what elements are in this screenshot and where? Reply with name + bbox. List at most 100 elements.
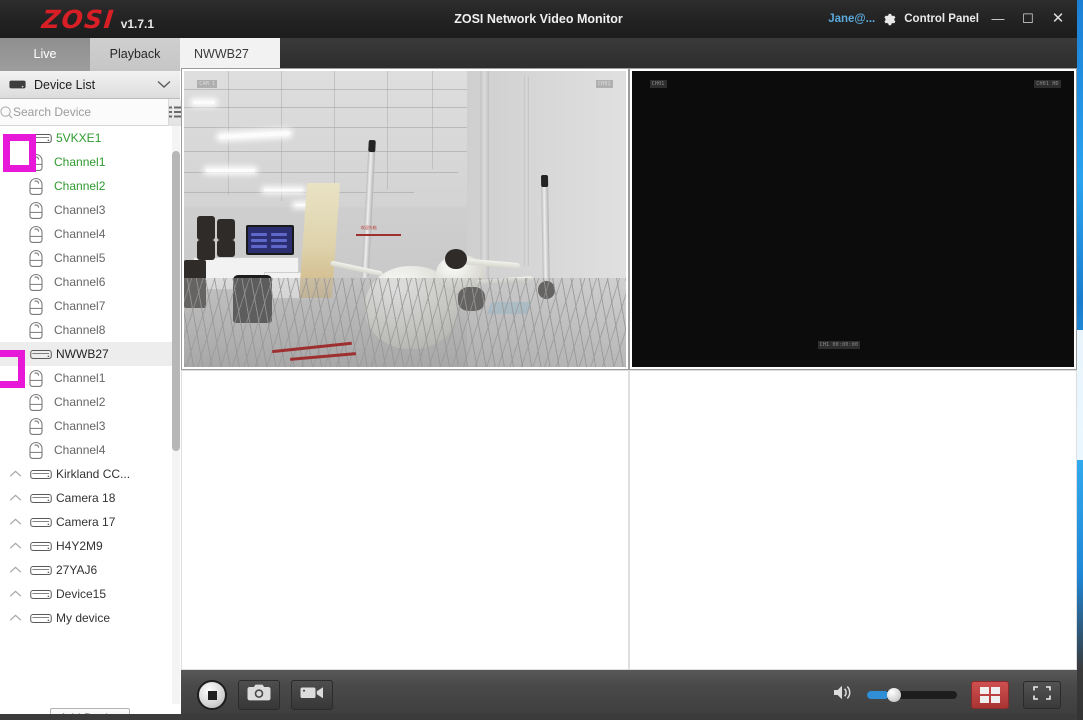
device-row-kirkland-cc[interactable]: Kirkland CC... [0, 462, 180, 486]
camera-icon [28, 153, 54, 172]
device-tree[interactable]: 5VKXE1Channel1Channel2Channel3Channel4Ch… [0, 126, 180, 704]
stop-all-button[interactable] [197, 680, 227, 710]
stop-icon [208, 691, 217, 700]
maximize-button[interactable]: ☐ [1017, 0, 1039, 38]
chevron-up-icon[interactable] [0, 590, 30, 598]
dvr-icon [30, 614, 56, 623]
video-pane-4[interactable] [629, 370, 1077, 670]
channel-row[interactable]: Channel6 [0, 270, 180, 294]
fullscreen-icon [1032, 685, 1052, 706]
camera-icon [28, 321, 54, 340]
toolbar-right-group [833, 681, 1061, 709]
fullscreen-button[interactable] [1023, 681, 1061, 709]
dvr-icon [30, 542, 56, 551]
tab-live[interactable]: Live [0, 38, 90, 71]
channel-row[interactable]: Channel3 [0, 414, 180, 438]
channel-row[interactable]: Channel2 [0, 390, 180, 414]
close-button[interactable]: ✕ [1047, 0, 1069, 38]
device-row-nwwb27[interactable]: NWWB27 [0, 342, 180, 366]
snapshot-button[interactable] [238, 680, 280, 710]
channel-name: Channel4 [54, 443, 105, 457]
chevron-down-icon[interactable] [157, 78, 171, 92]
dvr-icon [30, 494, 56, 503]
gear-icon[interactable] [883, 13, 896, 26]
tab-device-nwwb27[interactable]: NWWB27 [180, 38, 280, 71]
device-list-scrollbar-thumb[interactable] [172, 151, 180, 451]
channel-name: Channel3 [54, 419, 105, 433]
chevron-up-icon[interactable] [0, 566, 30, 574]
osd-top-left-1: CAM 1 [197, 80, 217, 88]
device-row-27yaj6[interactable]: 27YAJ6 [0, 558, 180, 582]
logo-text: ZOSI [40, 5, 116, 34]
channel-row[interactable]: Channel8 [0, 318, 180, 342]
device-list-header[interactable]: Device List [0, 71, 180, 99]
camera-icon [28, 393, 54, 412]
channel-name: Channel1 [54, 371, 105, 385]
control-panel-button[interactable]: Control Panel [904, 13, 979, 25]
version-label: v1.7.1 [121, 17, 154, 31]
camera-scene-1: 欢迎光临 [184, 71, 626, 367]
dvr-icon [30, 518, 56, 527]
dvr-icon [30, 470, 56, 479]
channel-row[interactable]: Channel1 [0, 366, 180, 390]
device-name: My device [56, 611, 110, 625]
video-pane-1[interactable]: 欢迎光临 CAM 1 CH01 [181, 68, 629, 370]
tab-playback[interactable]: Playback [90, 38, 180, 71]
chevron-up-icon[interactable] [0, 518, 30, 526]
chevron-up-icon[interactable] [0, 542, 30, 550]
video-feed-2: CH01 CH01 HD CH1 00:00:00 [632, 71, 1074, 367]
channel-name: Channel5 [54, 251, 105, 265]
chevron-up-icon[interactable] [0, 614, 30, 622]
camera-icon [28, 441, 54, 460]
device-name: Camera 17 [56, 515, 115, 529]
dvr-icon [30, 566, 56, 575]
device-name: 5VKXE1 [56, 131, 101, 145]
video-pane-3[interactable] [181, 370, 629, 670]
device-row-5vkxe1[interactable]: 5VKXE1 [0, 126, 180, 150]
channel-row[interactable]: Channel1 [0, 150, 180, 174]
device-row-h4y2m9[interactable]: H4Y2M9 [0, 534, 180, 558]
channel-row[interactable]: Channel4 [0, 222, 180, 246]
volume-slider-knob[interactable] [887, 688, 901, 702]
volume-slider[interactable] [867, 691, 957, 699]
channel-name: Channel8 [54, 323, 105, 337]
device-name: Device15 [56, 587, 106, 601]
layout-4-pane-button[interactable] [971, 681, 1009, 709]
sidebar: Device List 5VKXE1Channel1Chan [0, 71, 180, 720]
channel-row[interactable]: Channel7 [0, 294, 180, 318]
chevron-down-icon[interactable] [0, 134, 30, 142]
search-input[interactable] [13, 105, 168, 119]
device-row-device15[interactable]: Device15 [0, 582, 180, 606]
channel-row[interactable]: Channel4 [0, 438, 180, 462]
account-label[interactable]: Jane@... [828, 13, 875, 25]
camera-icon [28, 225, 54, 244]
chevron-down-icon[interactable] [0, 350, 30, 358]
dvr-icon [9, 79, 29, 90]
channel-row[interactable]: Channel5 [0, 246, 180, 270]
osd-top-right-2: CH01 HD [1034, 80, 1060, 88]
device-row-camera-18[interactable]: Camera 18 [0, 486, 180, 510]
osd-top-left-2: CH01 [650, 80, 667, 88]
channel-name: Channel4 [54, 227, 105, 241]
channel-row[interactable]: Channel3 [0, 198, 180, 222]
camera-icon [28, 297, 54, 316]
chevron-up-icon[interactable] [0, 494, 30, 502]
camera-icon [28, 273, 54, 292]
search-bar [0, 99, 180, 126]
window-scrollbar-thumb[interactable] [1077, 330, 1083, 460]
chevron-up-icon[interactable] [0, 470, 30, 478]
speaker-icon[interactable] [833, 684, 853, 706]
video-camera-icon [300, 685, 324, 705]
record-button[interactable] [291, 680, 333, 710]
channel-row[interactable]: Channel2 [0, 174, 180, 198]
minimize-button[interactable]: — [987, 0, 1009, 38]
channel-name: Channel6 [54, 275, 105, 289]
device-row-camera-17[interactable]: Camera 17 [0, 510, 180, 534]
search-icon [0, 106, 13, 119]
video-pane-2[interactable]: CH01 CH01 HD CH1 00:00:00 [629, 68, 1077, 370]
camera-icon [28, 369, 54, 388]
device-row-my-device[interactable]: My device [0, 606, 180, 630]
device-name: Kirkland CC... [56, 467, 130, 481]
osd-top-right-1: CH01 [596, 80, 613, 88]
device-name: Camera 18 [56, 491, 115, 505]
